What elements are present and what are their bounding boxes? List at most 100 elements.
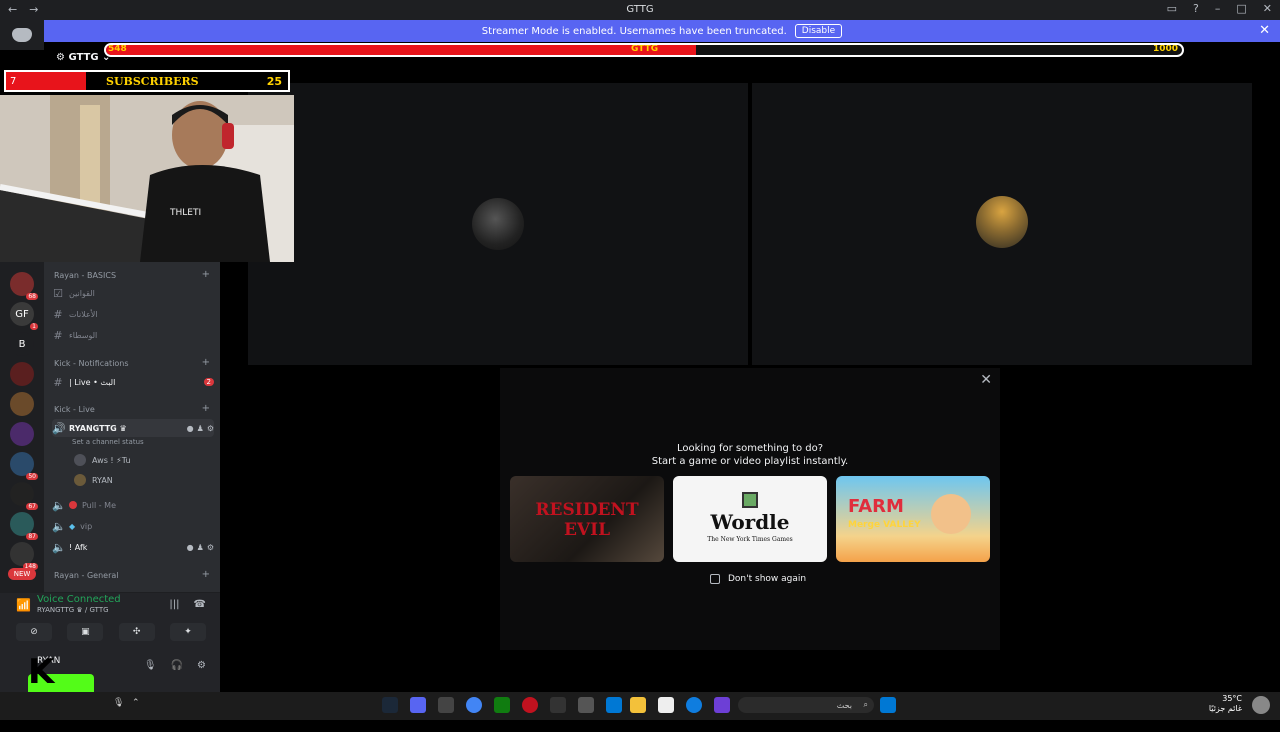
- app-icon[interactable]: [550, 697, 566, 713]
- app-icon[interactable]: [658, 697, 674, 713]
- soundboard-button[interactable]: ✦: [169, 623, 206, 641]
- guild-icon[interactable]: GF 1: [10, 302, 38, 330]
- server-name[interactable]: ⚙ GTTG ⌄: [56, 52, 110, 63]
- checkbox[interactable]: [710, 574, 720, 584]
- disable-streamer-mode-button[interactable]: Disable: [794, 24, 843, 38]
- avatar: [74, 474, 86, 486]
- category-notifications[interactable]: Kick - Notifications: [54, 359, 129, 368]
- channel-status[interactable]: Set a channel status: [72, 438, 144, 446]
- voice-location[interactable]: RYANGTTG ♛ / GTTG: [37, 606, 109, 614]
- game-card-farm-merge-valley[interactable]: FARM Merge VALLEY: [836, 476, 990, 562]
- steam-icon[interactable]: [382, 697, 398, 713]
- window-title: GTTG: [626, 4, 654, 15]
- hp-left-value: 548: [108, 44, 127, 54]
- voice-channel-label: RYANGTTG ♛: [69, 423, 127, 433]
- add-channel-icon[interactable]: +: [202, 357, 210, 368]
- user-settings-icon[interactable]: ⚙: [197, 660, 206, 671]
- channel-rules[interactable]: ☑ القوانين: [52, 284, 214, 302]
- guild-icon[interactable]: B: [10, 332, 34, 356]
- guild-badge: 50: [26, 473, 38, 480]
- start-menu-icon[interactable]: [880, 697, 896, 713]
- channel-live[interactable]: # | Live • البث 2: [52, 373, 214, 391]
- guild-icon[interactable]: 67: [10, 482, 38, 510]
- activity-picker: ✕ Looking for something to do? Start a g…: [500, 368, 1000, 650]
- maximize-icon[interactable]: □: [1236, 2, 1246, 15]
- app-icon[interactable]: [522, 697, 538, 713]
- channel-actions: ● ♟ ⚙: [187, 543, 214, 552]
- taskbar-search[interactable]: بحث ⌕: [738, 697, 874, 713]
- file-explorer-icon[interactable]: [630, 697, 646, 713]
- add-channel-icon[interactable]: +: [202, 569, 210, 580]
- hp-center-label: GTTG: [631, 44, 659, 54]
- app-icon[interactable]: [438, 697, 454, 713]
- app-icon[interactable]: [578, 697, 594, 713]
- video-tile-2[interactable]: [752, 83, 1252, 365]
- voice-user[interactable]: RYAN: [74, 474, 113, 486]
- character-illustration: [931, 494, 971, 534]
- minimize-icon[interactable]: –: [1215, 2, 1221, 15]
- channel-mediators-label: الوسطاء: [69, 330, 98, 340]
- screen-share-button[interactable]: ▣: [67, 623, 104, 641]
- inbox-icon[interactable]: ▭: [1167, 2, 1177, 15]
- voice-channel-active[interactable]: 🔊 RYANGTTG ♛ ● ♟ ⚙: [52, 419, 214, 437]
- copilot-icon[interactable]: [714, 697, 730, 713]
- dont-show-again[interactable]: Don't show again: [710, 574, 806, 584]
- guild-icon[interactable]: 50: [10, 452, 38, 480]
- close-banner-icon[interactable]: ✕: [1259, 23, 1270, 38]
- guild-badge: 67: [26, 503, 38, 510]
- channel-rules-label: القوانين: [69, 288, 95, 298]
- diamond-icon: ◆: [69, 521, 76, 531]
- camera-off-button[interactable]: ⊘: [16, 623, 52, 641]
- voice-channel-vip[interactable]: 🔈 ◆ vip: [52, 517, 214, 535]
- signal-icon[interactable]: 📶: [16, 598, 31, 612]
- discord-home-icon[interactable]: [12, 28, 32, 42]
- new-badge: NEW: [8, 568, 36, 580]
- channel-announcements[interactable]: # الأعلانات: [52, 305, 214, 323]
- settings-icon[interactable]: ⚙: [207, 424, 214, 433]
- tray-chevron-icon[interactable]: ⌃: [132, 698, 140, 708]
- voice-channel-afk[interactable]: 🔈 ! Afk ● ♟ ⚙: [52, 538, 214, 556]
- chat-icon[interactable]: ●: [187, 424, 194, 433]
- category-general[interactable]: Rayan - General: [54, 571, 119, 580]
- guild-icon[interactable]: 68: [10, 272, 38, 300]
- noise-suppression-icon[interactable]: |||: [169, 599, 179, 610]
- guild-badge: 68: [26, 293, 38, 300]
- discord-taskbar-icon[interactable]: [410, 697, 426, 713]
- settings-icon[interactable]: ⚙: [207, 543, 214, 552]
- video-tile-1[interactable]: [248, 83, 748, 365]
- guild-icon[interactable]: 148: [10, 542, 38, 570]
- guild-icon[interactable]: [10, 392, 34, 416]
- weather-widget[interactable]: 35°C غائم جزئيًا: [1209, 694, 1242, 714]
- add-channel-icon[interactable]: +: [202, 403, 210, 414]
- activity-heading: Looking for something to do?: [676, 443, 824, 454]
- xbox-icon[interactable]: [494, 697, 510, 713]
- mention-badge: 2: [203, 378, 214, 386]
- invite-icon[interactable]: ♟: [197, 424, 204, 433]
- category-basics[interactable]: Rayan - BASICS: [54, 271, 116, 280]
- guild-icon[interactable]: [10, 422, 34, 446]
- mic-tray-icon[interactable]: 🎙: [113, 698, 124, 708]
- close-activity-icon[interactable]: ✕: [980, 372, 992, 388]
- voice-channel-pull-me[interactable]: 🔈 Pull - Me: [52, 496, 214, 514]
- overlay-hp-bar: 548 GTTG 1000: [104, 43, 1184, 57]
- headphones-icon[interactable]: 🎧: [171, 660, 183, 671]
- activities-button[interactable]: ✣: [118, 623, 155, 641]
- microphone-icon[interactable]: 🎙: [144, 660, 157, 671]
- guild-icon[interactable]: [10, 362, 34, 386]
- game-subtitle: Merge VALLEY: [848, 520, 921, 530]
- category-live[interactable]: Kick - Live: [54, 405, 95, 414]
- chrome-icon[interactable]: [466, 697, 482, 713]
- add-channel-icon[interactable]: +: [202, 269, 210, 280]
- chat-icon[interactable]: ●: [187, 543, 194, 552]
- disconnect-icon[interactable]: ☎: [194, 599, 206, 610]
- voice-user[interactable]: Aws ! ⚡Tu: [74, 454, 131, 466]
- mail-icon[interactable]: [606, 697, 622, 713]
- game-card-resident-evil[interactable]: RESIDENT EVIL: [510, 476, 664, 562]
- help-icon[interactable]: ?: [1193, 2, 1199, 15]
- edge-icon[interactable]: [686, 697, 702, 713]
- game-card-wordle[interactable]: Wordle The New York Times Games: [673, 476, 827, 562]
- close-window-icon[interactable]: ✕: [1263, 2, 1272, 15]
- channel-mediators[interactable]: # الوسطاء: [52, 326, 214, 344]
- guild-icon[interactable]: 87: [10, 512, 38, 540]
- invite-icon[interactable]: ♟: [197, 543, 204, 552]
